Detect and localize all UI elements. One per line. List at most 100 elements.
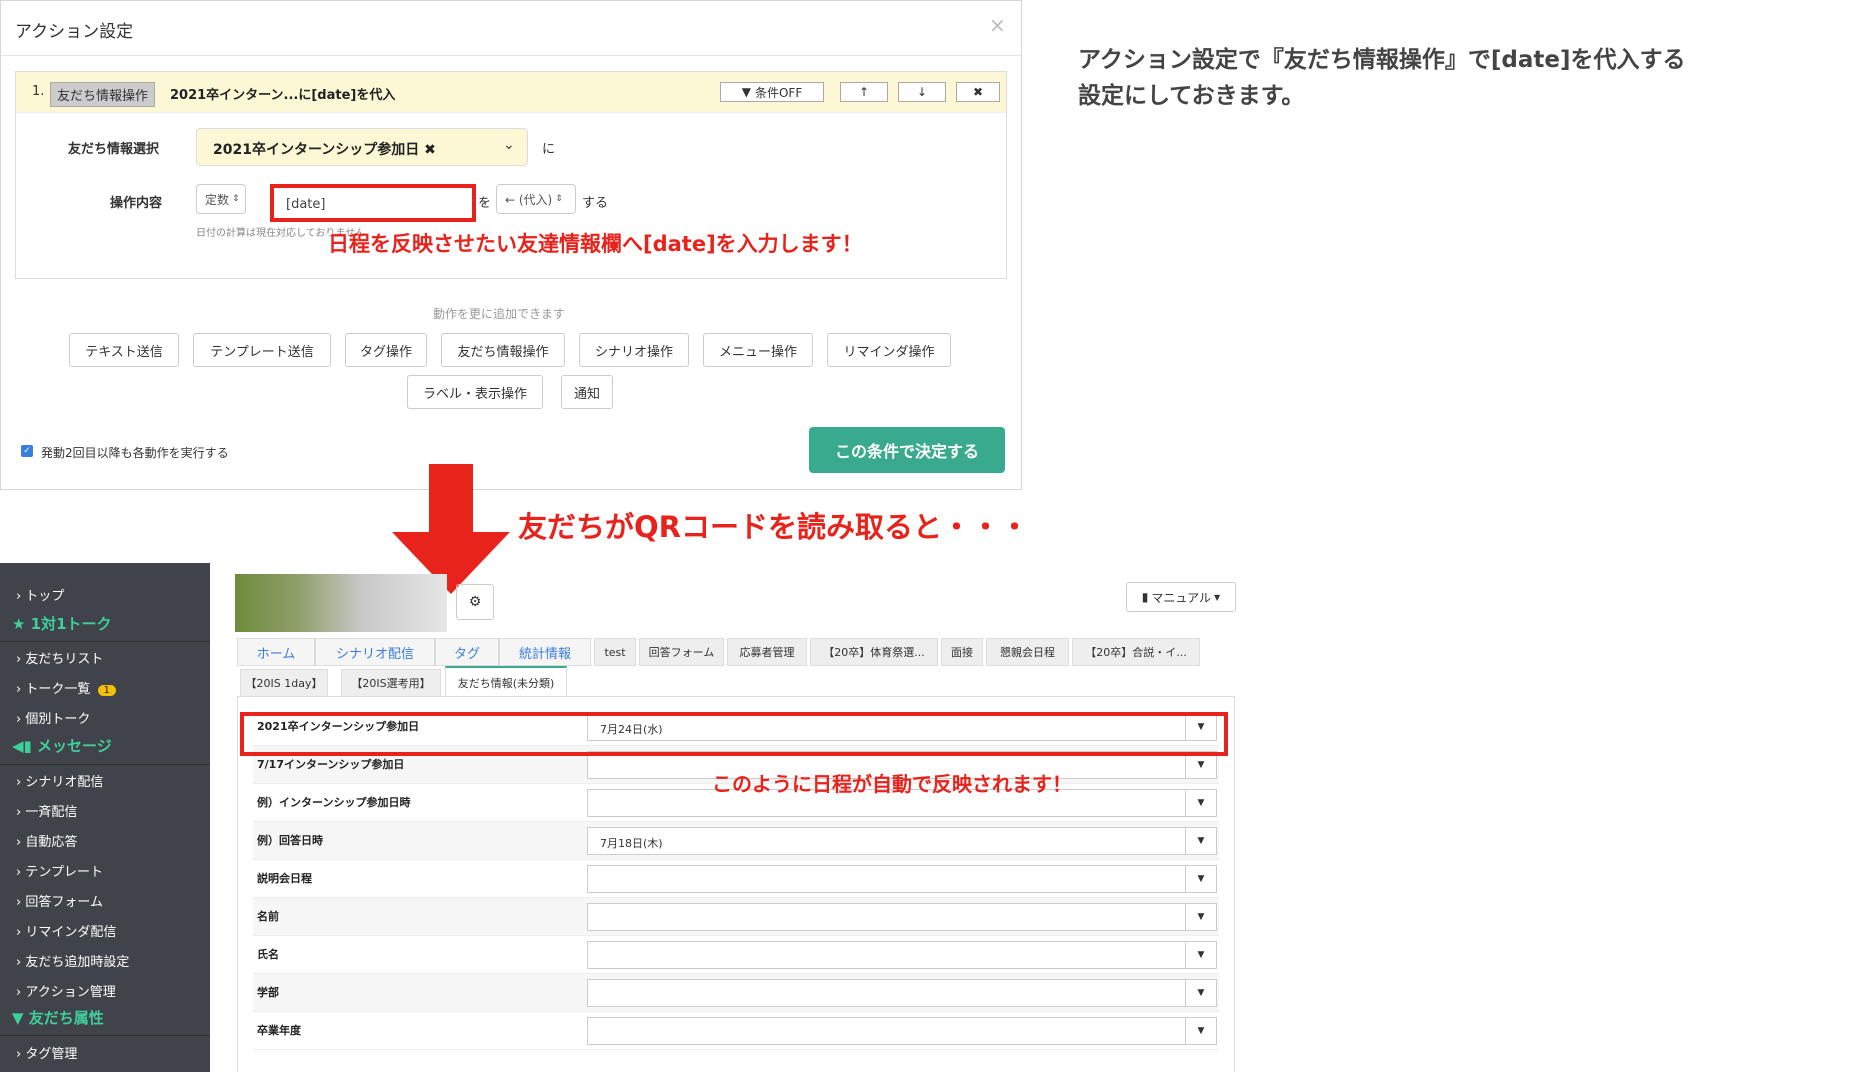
sidebar-item-label: テンプレート xyxy=(25,865,103,880)
label-display-operation-button[interactable]: ラベル・表示操作 xyxy=(407,375,543,409)
field-label: 例）回答日時 xyxy=(257,834,323,847)
confirm-button[interactable]: この条件で決定する xyxy=(809,427,1005,473)
sidebar-item-top[interactable]: › トップ xyxy=(16,585,64,604)
tab-test[interactable]: test xyxy=(594,638,636,666)
field-select[interactable]: 7月18日(木) ▼ xyxy=(587,827,1217,855)
remove-action-button[interactable]: ✖ xyxy=(956,82,1000,102)
field-label: 7/17インターンシップ参加日 xyxy=(257,758,405,771)
caret-down-icon: ▼ xyxy=(1185,866,1216,892)
tab-20-sports[interactable]: 【20卒】体育祭選... xyxy=(810,638,938,666)
condition-off-label: 条件OFF xyxy=(754,85,803,100)
field-label: 名前 xyxy=(257,910,279,923)
field-select[interactable]: ▼ xyxy=(587,941,1217,969)
repeat-actions-checkbox[interactable]: ✓ xyxy=(21,445,33,457)
tab-interview[interactable]: 面接 xyxy=(941,638,983,666)
sidebar-item-label: 回答フォーム xyxy=(25,895,103,910)
friend-info-select[interactable]: 2021卒インターンシップ参加日 ✖ ⌄ xyxy=(196,128,528,166)
sidebar-item-tag-management[interactable]: › タグ管理 xyxy=(16,1043,77,1062)
sidebar-item-friend-add-settings[interactable]: › 友だち追加時設定 xyxy=(16,951,129,970)
top-annotation: アクション設定で『友だち情報操作』で[date]を代入する 設定にしておきます。 xyxy=(1078,47,1686,109)
sidebar-item-template[interactable]: › テンプレート xyxy=(16,861,103,880)
tab-statistics[interactable]: 統計情報 xyxy=(499,638,591,666)
profile-image xyxy=(235,574,447,632)
field-select[interactable]: ▼ xyxy=(587,979,1217,1007)
tag-operation-button[interactable]: タグ操作 xyxy=(345,333,427,367)
operation-value: [date] xyxy=(286,197,326,212)
tab-20-jointfair[interactable]: 【20卒】合説・イ... xyxy=(1072,638,1200,666)
input-annotation: 日程を反映させたい友達情報欄へ[date]を入力します！ xyxy=(328,232,863,256)
qr-annotation: 友だちがQRコードを読み取ると・・・ xyxy=(518,510,1029,544)
field-select[interactable]: ▼ xyxy=(587,903,1217,931)
divider xyxy=(0,1035,210,1036)
field-row: 名前 ▼ xyxy=(253,898,1219,936)
move-up-button[interactable]: ↑ xyxy=(840,82,888,102)
divider xyxy=(0,641,210,642)
tab-20is-selection[interactable]: 【20IS選考用】 xyxy=(341,669,441,697)
sidebar-section-1on1: ★ 1対1トーク xyxy=(12,615,112,633)
friend-info-operation-button[interactable]: 友だち情報操作 xyxy=(441,333,565,367)
tab-social-schedule[interactable]: 懇親会日程 xyxy=(986,638,1069,666)
sidebar-item-auto-reply[interactable]: › 自動応答 xyxy=(16,831,77,850)
sidebar-item-individual-talk[interactable]: › 個別トーク xyxy=(16,708,90,727)
caret-down-icon: ▼ xyxy=(1185,828,1216,854)
text-send-button[interactable]: テキスト送信 xyxy=(69,333,179,367)
sidebar-item-label: 友だち追加時設定 xyxy=(25,955,130,970)
sidebar-section-label: メッセージ xyxy=(37,737,112,755)
sidebar-item-label: アクション管理 xyxy=(25,985,116,1000)
sidebar-item-friend-list[interactable]: › 友だちリスト xyxy=(16,648,103,667)
close-icon: ✖ xyxy=(972,85,984,99)
sidebar-item-label: トップ xyxy=(25,589,65,604)
sidebar-item-label: シナリオ配信 xyxy=(25,775,104,790)
tab-20is-1day[interactable]: 【20IS 1day】 xyxy=(240,669,328,697)
field-select[interactable]: ▼ xyxy=(587,1017,1217,1045)
sidebar-item-reminder[interactable]: › リマインダ配信 xyxy=(16,921,116,940)
sidebar-item-talk-list[interactable]: › トーク一覧 1 xyxy=(16,678,116,697)
tab-home[interactable]: ホーム xyxy=(237,638,315,666)
scenario-operation-button[interactable]: シナリオ操作 xyxy=(579,333,689,367)
field-select[interactable]: ▼ xyxy=(587,865,1217,893)
operation-type-select[interactable]: 定数 ⇕ xyxy=(196,184,246,214)
friend-info-label: 友だち情報選択 xyxy=(68,142,160,157)
field-row: 学部 ▼ xyxy=(253,974,1219,1012)
sidebar-item-answer-form[interactable]: › 回答フォーム xyxy=(16,891,103,910)
action-settings-modal: アクション設定 × 1. 友だち情報操作 2021卒インターン...に[date… xyxy=(0,0,1022,490)
action-card: 1. 友だち情報操作 2021卒インターン...に[date]を代入 ▼ 条件O… xyxy=(15,71,1007,279)
condition-off-button[interactable]: ▼ 条件OFF xyxy=(720,82,824,102)
manual-button[interactable]: ▮ マニュアル ▼ xyxy=(1126,582,1236,612)
highlight-box xyxy=(240,712,1228,756)
tab-friend-info-uncategorized[interactable]: 友だち情報(未分類) xyxy=(445,666,567,697)
add-more-text: 動作を更に追加できます xyxy=(433,307,566,321)
add-action-row-1: テキスト送信 テンプレート送信 タグ操作 友だち情報操作 シナリオ操作 メニュー… xyxy=(1,333,1021,367)
sidebar-item-label: リマインダ配信 xyxy=(25,925,117,940)
settings-button[interactable]: ⚙ xyxy=(456,584,494,620)
tab-applicant[interactable]: 応募者管理 xyxy=(727,638,807,666)
sidebar-item-action-management[interactable]: › アクション管理 xyxy=(16,981,116,1000)
notification-button[interactable]: 通知 xyxy=(561,375,613,409)
operation-mode-select[interactable]: ← (代入) ⇕ xyxy=(496,184,576,214)
megaphone-icon: ◀▮ xyxy=(12,737,32,755)
move-down-button[interactable]: ↓ xyxy=(898,82,946,102)
close-icon[interactable]: × xyxy=(989,13,1006,37)
manual-label: マニュアル xyxy=(1151,590,1212,605)
caret-down-icon: ▼ xyxy=(1185,790,1216,816)
sidebar-item-label: タグ管理 xyxy=(25,1047,78,1062)
friend-info-value: 2021卒インターンシップ参加日 ✖ xyxy=(213,142,436,158)
operation-value-input[interactable]: [date] xyxy=(270,184,476,222)
template-send-button[interactable]: テンプレート送信 xyxy=(193,333,331,367)
field-label: 例）インターンシップ参加日時 xyxy=(257,796,411,809)
reminder-operation-button[interactable]: リマインダ操作 xyxy=(827,333,951,367)
tab-tag[interactable]: タグ xyxy=(435,638,499,666)
sidebar-item-broadcast[interactable]: › 一斉配信 xyxy=(16,801,77,820)
sidebar-item-scenario[interactable]: › シナリオ配信 xyxy=(16,771,103,790)
operation-type-value: 定数 xyxy=(205,192,230,207)
wo-text: を xyxy=(478,196,492,211)
tab-answer-form[interactable]: 回答フォーム xyxy=(639,638,724,666)
menu-operation-button[interactable]: メニュー操作 xyxy=(703,333,813,367)
repeat-actions-label: 発動2回目以降も各動作を実行する xyxy=(41,446,229,460)
field-value: 7月18日(木) xyxy=(600,837,663,850)
gear-icon: ⚙ xyxy=(468,594,482,610)
action-type-tag: 友だち情報操作 xyxy=(50,82,156,107)
sidebar-section-message: ◀▮ メッセージ xyxy=(12,735,112,756)
tab-scenario[interactable]: シナリオ配信 xyxy=(315,638,435,666)
sidebar-item-label: 一斉配信 xyxy=(25,805,78,820)
